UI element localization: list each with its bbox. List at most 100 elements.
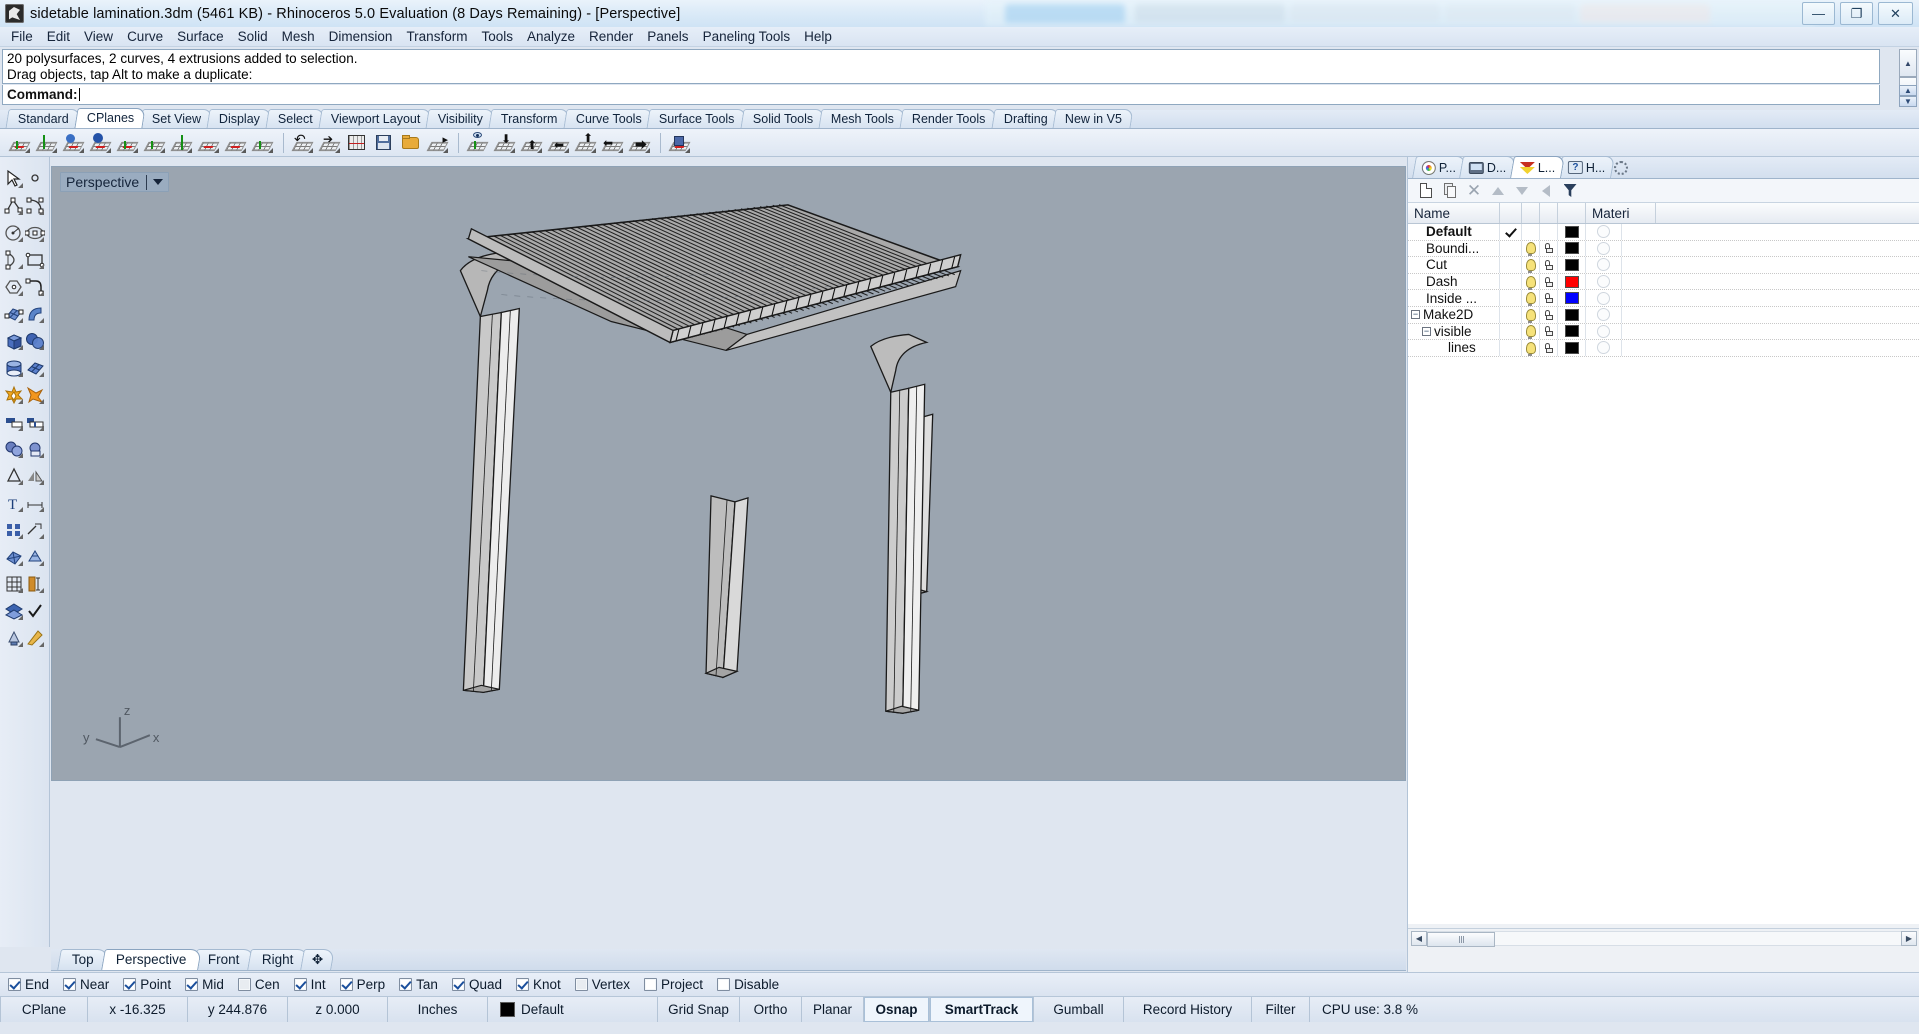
menu-item-analyze[interactable]: Analyze (520, 28, 582, 45)
collapse-expander-icon[interactable]: − (1411, 310, 1420, 319)
cplane-surface-icon[interactable] (90, 132, 112, 154)
osnap-perp[interactable]: Perp (340, 977, 386, 992)
cplane-next-icon[interactable]: ⬇ (494, 132, 516, 154)
layer-icon[interactable] (4, 601, 24, 621)
layer-row-make2d[interactable]: − Make2D (1408, 307, 1919, 324)
layer-lock-toggle[interactable] (1540, 340, 1558, 356)
toolbar-tab-viewport-layout[interactable]: Viewport Layout (318, 109, 431, 128)
layer-material-swatch[interactable] (1586, 274, 1622, 290)
layer-material-swatch[interactable] (1586, 324, 1622, 340)
delete-layer-button[interactable]: ✕ (1464, 181, 1484, 200)
dimension-icon[interactable] (25, 493, 45, 513)
current-layer-checkmark[interactable] (1500, 324, 1522, 340)
split-icon[interactable] (25, 412, 45, 432)
cplane-grid-icon[interactable] (346, 132, 368, 154)
menu-item-edit[interactable]: Edit (40, 28, 77, 45)
checkbox[interactable] (644, 978, 657, 991)
status-grid-snap[interactable]: Grid Snap (658, 997, 740, 1022)
box-icon[interactable] (4, 331, 24, 351)
status-record-history[interactable]: Record History (1124, 997, 1252, 1022)
cplane-3point-icon[interactable] (198, 132, 220, 154)
layer-lock-toggle[interactable] (1540, 307, 1558, 323)
menu-item-surface[interactable]: Surface (170, 28, 231, 45)
toolbar-tab-display[interactable]: Display (207, 109, 272, 128)
status-cplane[interactable]: CPlane (0, 997, 88, 1022)
current-layer-checkmark[interactable] (1500, 290, 1522, 306)
osnap-int[interactable]: Int (294, 977, 326, 992)
osnap-near[interactable]: Near (63, 977, 109, 992)
text-icon[interactable]: T (4, 493, 24, 513)
menu-item-paneling-tools[interactable]: Paneling Tools (696, 28, 798, 45)
osnap-knot[interactable]: Knot (516, 977, 561, 992)
osnap-vertex[interactable]: Vertex (575, 977, 630, 992)
layer-row-boundary[interactable]: Boundi... (1408, 241, 1919, 258)
select-arrow-icon[interactable] (4, 169, 24, 189)
scroll-up-icon[interactable]: ▲ (1899, 49, 1917, 77)
cplane-save-icon[interactable] (373, 132, 395, 154)
checkbox[interactable] (238, 978, 251, 991)
add-viewport-button[interactable]: ✥ (301, 949, 336, 970)
toolbar-tab-drafting[interactable]: Drafting (991, 109, 1059, 128)
toolbar-tab-solid-tools[interactable]: Solid Tools (740, 109, 824, 128)
checkbox[interactable] (123, 978, 136, 991)
scroll-right-icon[interactable]: ▶ (1901, 931, 1917, 946)
layer-row-default[interactable]: Default (1408, 224, 1919, 241)
checkbox[interactable] (452, 978, 465, 991)
checkbox[interactable] (8, 978, 21, 991)
menu-item-help[interactable]: Help (797, 28, 839, 45)
render-icon[interactable] (25, 628, 45, 648)
polyline-icon[interactable] (4, 196, 24, 216)
layers-horizontal-scrollbar[interactable]: ◀ ▶ (1408, 928, 1919, 948)
cylinder-icon[interactable] (4, 358, 24, 378)
layer-lock-toggle[interactable] (1540, 274, 1558, 290)
current-layer-checkmark[interactable] (1500, 224, 1522, 240)
new-layer-button[interactable] (1416, 181, 1436, 200)
panel-tab-help[interactable]: ? H... (1558, 156, 1615, 178)
column-header-material[interactable]: Materi (1586, 203, 1656, 223)
minimize-button[interactable]: — (1802, 2, 1835, 25)
cplane-up-icon[interactable]: ⬆ (521, 132, 543, 154)
cplane-solid-icon[interactable] (669, 132, 691, 154)
status-ortho[interactable]: Ortho (740, 997, 802, 1022)
checkbox[interactable] (185, 978, 198, 991)
viewport-tab-front[interactable]: Front (193, 949, 254, 970)
menu-item-render[interactable]: Render (582, 28, 640, 45)
layer-lock-toggle[interactable] (1540, 257, 1558, 273)
layer-visibility-toggle[interactable] (1522, 340, 1540, 356)
layer-row-visible[interactable]: − visible (1408, 324, 1919, 341)
osnap-end[interactable]: End (8, 977, 49, 992)
control-point-curve-icon[interactable] (25, 196, 45, 216)
cplane-named-icon[interactable]: ▸ (427, 132, 449, 154)
block-icon[interactable] (4, 520, 24, 540)
panel-tab-layers[interactable]: L... (1510, 156, 1565, 178)
osnap-quad[interactable]: Quad (452, 977, 502, 992)
cplane-left-icon[interactable]: ⬅ (602, 132, 624, 154)
toolbar-tab-select[interactable]: Select (266, 109, 325, 128)
polygon-icon[interactable] (4, 277, 24, 297)
layer-visibility-toggle[interactable] (1522, 290, 1540, 306)
toolbar-tab-cplanes[interactable]: CPlanes (74, 108, 145, 128)
toolbar-tab-curve-tools[interactable]: Curve Tools (563, 109, 653, 128)
cplane-point-icon[interactable] (252, 132, 274, 154)
cplane-elevation-icon[interactable] (36, 132, 58, 154)
boolean-difference-icon[interactable] (25, 385, 45, 405)
gear-icon[interactable] (1614, 161, 1628, 175)
cplane-undo-icon[interactable]: ↶ (292, 132, 314, 154)
curve-fillet-icon[interactable] (25, 277, 45, 297)
layer-color-swatch[interactable] (1558, 224, 1586, 240)
status-planar[interactable]: Planar (802, 997, 864, 1022)
cplane-object-icon[interactable] (63, 132, 85, 154)
layer-visibility-toggle[interactable] (1522, 324, 1540, 340)
osnap-cen[interactable]: Cen (238, 977, 280, 992)
status-units[interactable]: Inches (388, 997, 488, 1022)
toolbar-tab-mesh-tools[interactable]: Mesh Tools (819, 109, 906, 128)
layer-color-swatch[interactable] (1558, 274, 1586, 290)
layer-visibility-toggle[interactable] (1522, 274, 1540, 290)
layer-row-inside[interactable]: Inside ... (1408, 290, 1919, 307)
layer-color-swatch[interactable] (1558, 290, 1586, 306)
layer-visibility-toggle[interactable] (1522, 307, 1540, 323)
osnap-tan[interactable]: Tan (399, 977, 438, 992)
layer-lock-toggle[interactable] (1540, 324, 1558, 340)
layer-material-swatch[interactable] (1586, 241, 1622, 257)
scrollbar-thumb[interactable] (1427, 932, 1495, 947)
